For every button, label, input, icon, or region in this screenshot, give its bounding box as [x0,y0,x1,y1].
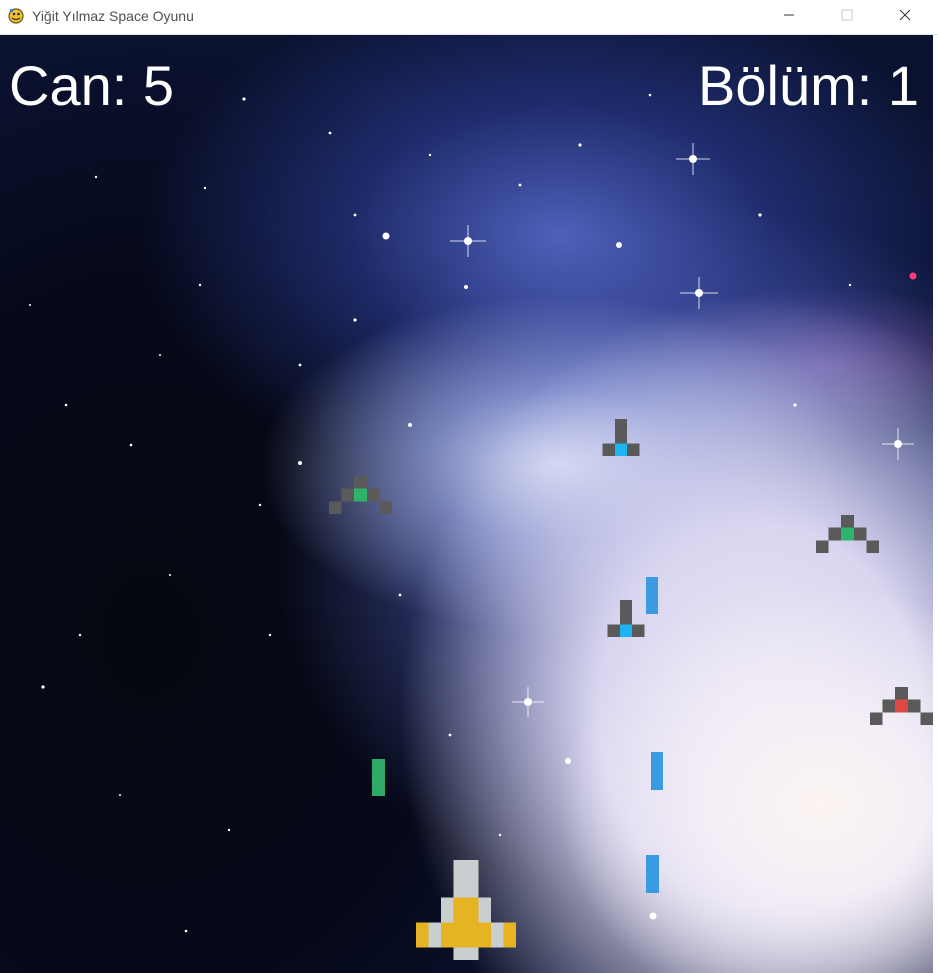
game-canvas[interactable]: Can: 5 Bölüm: 1 [0,35,933,973]
close-icon [899,8,911,26]
level-counter: Bölüm: 1 [698,54,919,117]
maximize-button[interactable] [818,0,876,34]
green-enemy-ship [816,515,879,553]
blue-laser [646,577,658,614]
green-laser [372,759,385,796]
blue-laser [651,752,663,790]
blue-enemy-ship [607,600,645,637]
space-background [29,93,917,933]
window-title: Yiğit Yılmaz Space Oyunu [32,8,194,24]
player-ship[interactable] [416,860,516,960]
maximize-icon [841,8,853,26]
green-enemy-ship [329,476,392,514]
lives-counter: Can: 5 [9,54,174,117]
window-border [933,35,938,973]
window-titlebar: Yiğit Yılmaz Space Oyunu [0,0,938,35]
blue-enemy-ship [602,419,640,456]
pygame-snake-icon [7,7,25,25]
minimize-icon [783,8,795,26]
red-enemy-ship [870,687,933,725]
blue-laser [646,855,659,893]
minimize-button[interactable] [760,0,818,34]
close-button[interactable] [876,0,934,34]
